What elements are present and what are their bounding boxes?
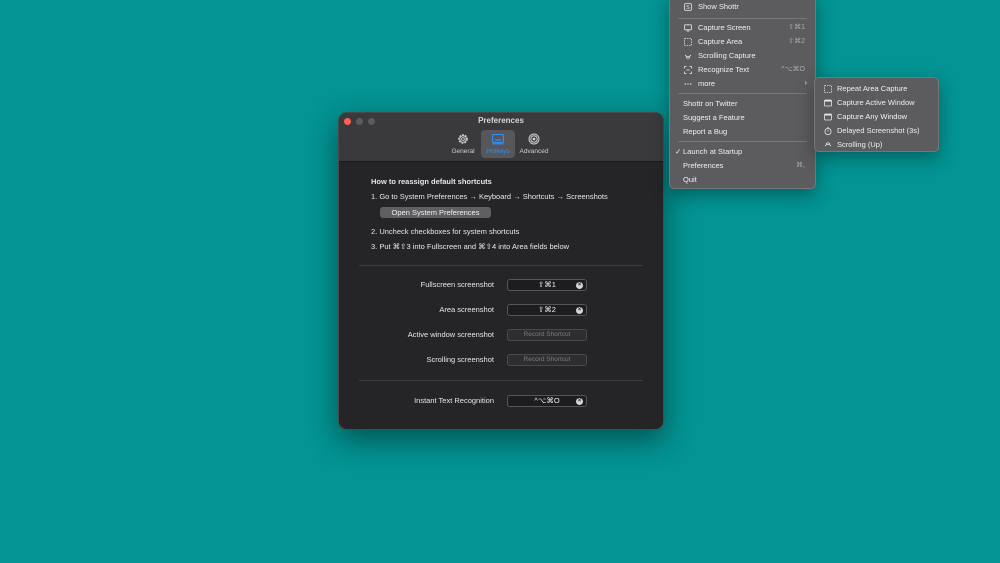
menu-item-scrolling-capture[interactable]: Scrolling Capture xyxy=(670,50,815,63)
window-icon xyxy=(824,113,832,121)
title-bar: Preferences General Hotkeys Advanced xyxy=(339,113,663,162)
menu-item-label: Quit xyxy=(683,175,697,184)
menu-item-shortcut: ⇧⌘1 xyxy=(788,24,805,31)
area-shortcut-value: ⇧⌘2 xyxy=(538,305,556,314)
divider xyxy=(359,265,643,266)
menu-item-launch-at-startup[interactable]: ✓ Launch at Startup xyxy=(670,146,815,159)
menu-item-shortcut: ⌘, xyxy=(796,162,805,169)
submenu-item-scrolling-up[interactable]: Scrolling (Up) xyxy=(815,139,938,152)
menu-item-label: Recognize Text xyxy=(698,65,750,74)
fullscreen-screenshot-label: Fullscreen screenshot xyxy=(420,280,494,289)
scroll-icon xyxy=(684,52,692,60)
tab-hotkeys-label: Hotkeys xyxy=(486,148,510,155)
menu-item-capture-area[interactable]: Capture Area ⇧⌘2 xyxy=(670,36,815,49)
clear-shortcut-icon[interactable]: × xyxy=(576,282,583,289)
svg-text:S: S xyxy=(686,5,690,11)
tab-general[interactable]: General xyxy=(446,130,480,158)
menu-item-label: Capture Area xyxy=(698,37,743,46)
menu-item-shortcut: ^⌥⌘O xyxy=(781,66,805,73)
preferences-window: Preferences General Hotkeys Advanced How… xyxy=(338,112,664,430)
area-shortcut-field[interactable]: ⇧⌘2 × xyxy=(507,304,587,316)
tab-advanced-label: Advanced xyxy=(519,148,549,155)
submenu-item-delayed-screenshot[interactable]: Delayed Screenshot (3s) xyxy=(815,125,938,138)
menu-item-preferences[interactable]: Preferences ⌘, xyxy=(670,160,815,173)
ellipsis-icon xyxy=(684,80,692,88)
text-recognition-shortcut-field[interactable]: ^⌥⌘O × xyxy=(507,395,587,407)
tab-hotkeys[interactable]: Hotkeys xyxy=(481,130,515,158)
menu-item-label: Report a Bug xyxy=(683,127,728,136)
chevron-right-icon: › xyxy=(804,78,807,87)
menu-item-twitter[interactable]: Shottr on Twitter xyxy=(670,98,815,111)
tab-advanced[interactable]: Advanced xyxy=(517,130,551,158)
timer-icon xyxy=(824,127,832,135)
menu-item-label: Capture Any Window xyxy=(837,112,908,121)
menu-item-label: Scrolling (Up) xyxy=(837,140,883,149)
gear-icon xyxy=(456,132,470,146)
active-window-shortcut-value: Record Shortcut xyxy=(523,331,571,338)
scrolling-shortcut-field[interactable]: Record Shortcut xyxy=(507,354,587,366)
menu-item-label: Launch at Startup xyxy=(683,147,743,156)
menu-item-shortcut: ⇧⌘2 xyxy=(788,38,805,45)
menu-item-suggest-feature[interactable]: Suggest a Feature xyxy=(670,112,815,125)
shottr-icon: S xyxy=(684,3,692,11)
menu-item-more[interactable]: more › xyxy=(670,78,815,91)
clear-shortcut-icon[interactable]: × xyxy=(576,307,583,314)
text-scan-icon xyxy=(684,66,692,74)
instructions-heading: How to reassign default shortcuts xyxy=(371,177,492,186)
monitor-icon xyxy=(684,24,692,32)
menu-item-label: Capture Screen xyxy=(698,23,751,32)
menu-item-label: Scrolling Capture xyxy=(698,51,756,60)
window-title: Preferences xyxy=(478,116,524,125)
scrolling-shortcut-value: Record Shortcut xyxy=(523,356,571,363)
menu-item-label: Capture Active Window xyxy=(837,98,915,107)
instruction-step-1: 1. Go to System Preferences → Keyboard →… xyxy=(371,192,608,201)
text-recognition-label: Instant Text Recognition xyxy=(414,396,494,405)
checkmark-icon: ✓ xyxy=(675,147,682,156)
menu-item-capture-screen[interactable]: Capture Screen ⇧⌘1 xyxy=(670,22,815,35)
menu-item-report-bug[interactable]: Report a Bug xyxy=(670,126,815,139)
menu-item-quit[interactable]: Quit xyxy=(670,174,815,187)
submenu-item-any-window[interactable]: Capture Any Window xyxy=(815,111,938,124)
menu-item-label: Delayed Screenshot (3s) xyxy=(837,126,920,135)
clear-shortcut-icon[interactable]: × xyxy=(576,398,583,405)
fullscreen-shortcut-field[interactable]: ⇧⌘1 × xyxy=(507,279,587,291)
menu-item-label: Show Shottr xyxy=(698,2,739,11)
menu-separator xyxy=(678,18,807,19)
active-window-screenshot-label: Active window screenshot xyxy=(407,330,494,339)
advanced-icon xyxy=(527,132,541,146)
menu-separator xyxy=(678,93,807,94)
shottr-menu: S Show Shottr Capture Screen ⇧⌘1 Capture… xyxy=(669,0,816,189)
scrolling-screenshot-label: Scrolling screenshot xyxy=(426,355,494,364)
area-screenshot-label: Area screenshot xyxy=(439,305,494,314)
fullscreen-shortcut-value: ⇧⌘1 xyxy=(538,280,556,289)
menu-item-label: Preferences xyxy=(683,161,724,170)
menu-item-recognize-text[interactable]: Recognize Text ^⌥⌘O xyxy=(670,64,815,77)
submenu-item-repeat-area[interactable]: Repeat Area Capture xyxy=(815,83,938,96)
keyboard-icon xyxy=(491,132,505,146)
divider xyxy=(359,380,643,381)
submenu-item-active-window[interactable]: Capture Active Window xyxy=(815,97,938,110)
area-select-icon xyxy=(824,85,832,93)
tab-general-label: General xyxy=(451,148,475,155)
menu-item-label: more xyxy=(698,79,716,88)
instruction-step-3: 3. Put ⌘⇧3 into Fullscreen and ⌘⇧4 into … xyxy=(371,242,570,251)
area-select-icon xyxy=(684,38,692,46)
active-window-shortcut-field[interactable]: Record Shortcut xyxy=(507,329,587,341)
menu-item-label: Shottr on Twitter xyxy=(683,99,738,108)
menu-item-label: Suggest a Feature xyxy=(683,113,745,122)
more-submenu: Repeat Area Capture Capture Active Windo… xyxy=(814,77,939,152)
menu-item-show-shottr[interactable]: S Show Shottr xyxy=(670,1,815,14)
menu-item-label: Repeat Area Capture xyxy=(837,84,908,93)
menu-separator xyxy=(678,141,807,142)
text-recognition-shortcut-value: ^⌥⌘O xyxy=(534,396,560,405)
instruction-step-2: 2. Uncheck checkboxes for system shortcu… xyxy=(371,227,520,236)
window-icon xyxy=(824,99,832,107)
open-system-preferences-button[interactable]: Open System Preferences xyxy=(380,207,491,218)
scroll-up-icon xyxy=(824,141,832,149)
